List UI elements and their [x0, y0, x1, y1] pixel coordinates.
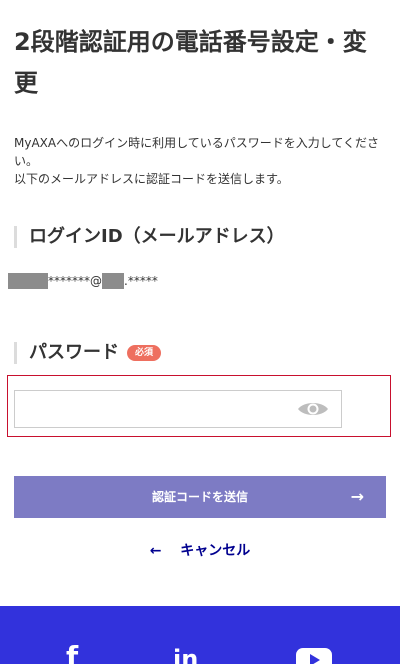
arrow-right-icon: → — [350, 487, 364, 506]
heading-accent-bar — [14, 226, 17, 248]
arrow-left-icon: ← — [149, 543, 162, 559]
masked-email-local: *******@ — [48, 274, 102, 288]
masked-email-domain: .***** — [124, 274, 158, 288]
footer: f in — [0, 606, 400, 664]
page-title: 2段階認証用の電話番号設定・変更 — [14, 28, 367, 97]
cancel-link-label: キャンセル — [180, 543, 251, 559]
instruction-text: MyAXAへのログイン時に利用しているパスワードを入力してください。 以下のメー… — [14, 134, 390, 188]
password-input[interactable] — [14, 390, 342, 428]
linkedin-icon[interactable]: in — [173, 644, 198, 664]
required-badge: 必須 — [127, 345, 162, 361]
password-heading: パスワード 必須 — [14, 342, 162, 364]
redacted-block — [102, 273, 124, 289]
facebook-icon[interactable]: f — [66, 642, 78, 664]
instruction-line-2: 以下のメールアドレスに認証コードを送信します。 — [14, 172, 289, 186]
login-id-heading: ログインID（メールアドレス） — [14, 226, 285, 248]
eye-icon[interactable] — [296, 399, 330, 419]
youtube-icon[interactable] — [296, 648, 332, 664]
password-heading-label: パスワード — [29, 342, 119, 363]
heading-accent-bar — [14, 342, 17, 364]
send-code-button-label: 認証コードを送信 — [151, 490, 248, 504]
cancel-link[interactable]: ← キャンセル — [0, 541, 400, 561]
redacted-block — [8, 273, 48, 289]
send-code-button[interactable]: 認証コードを送信 → — [14, 476, 386, 518]
password-field-container — [7, 375, 391, 437]
login-id-heading-label: ログインID（メールアドレス） — [29, 226, 285, 247]
instruction-line-1: MyAXAへのログイン時に利用しているパスワードを入力してください。 — [14, 136, 380, 168]
masked-email: *******@ .***** — [8, 272, 158, 290]
